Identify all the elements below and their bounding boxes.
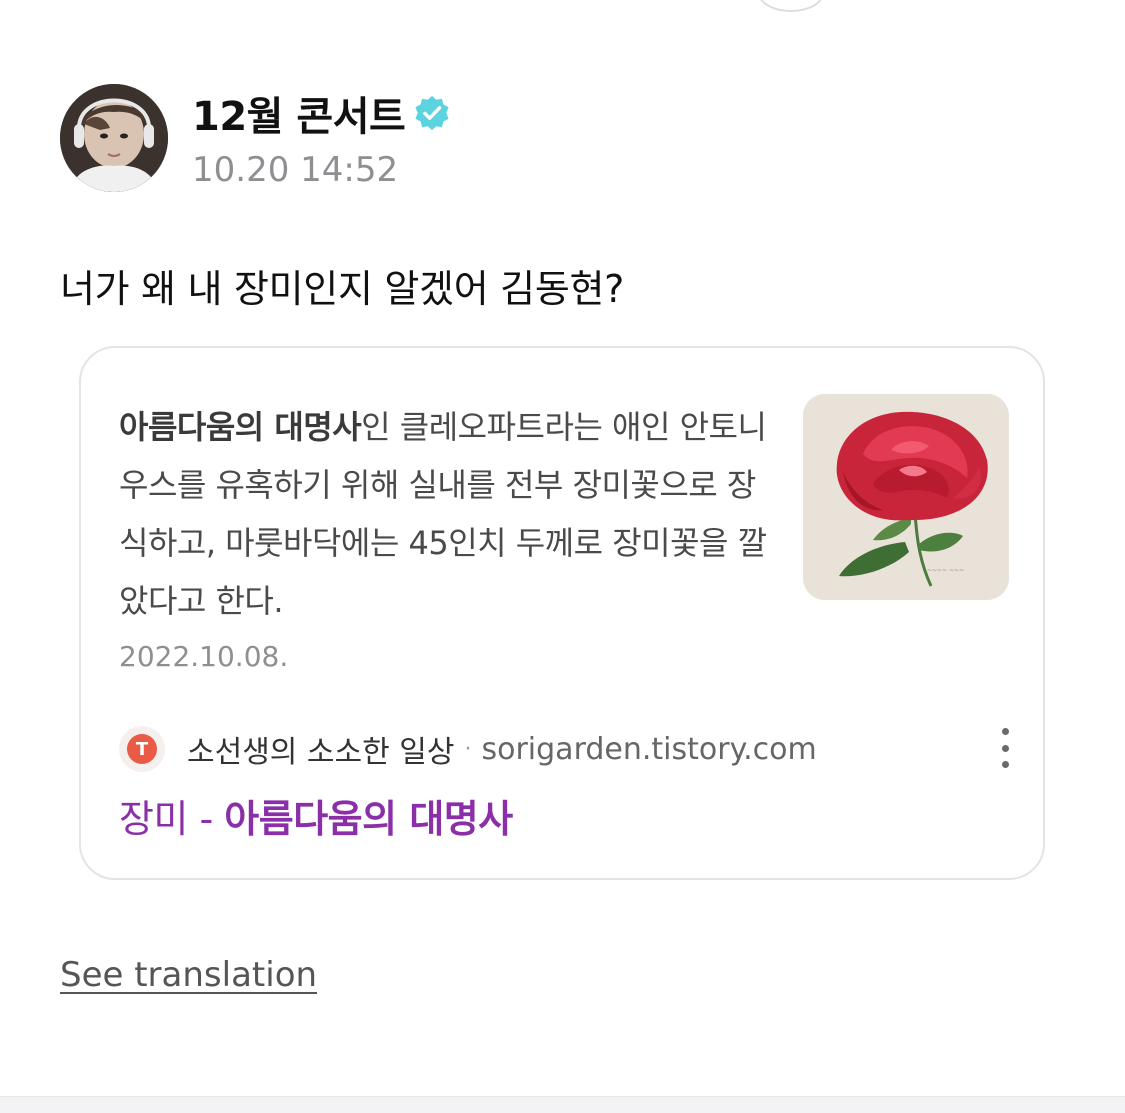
source-domain[interactable]: sorigarden.tistory.com bbox=[481, 732, 816, 767]
snippet-date: 2022.10.08. bbox=[119, 640, 289, 673]
rose-illustration: ~~~~ ~~~ bbox=[803, 394, 1009, 600]
top-control-edge bbox=[758, 0, 824, 12]
tistory-logo-icon: T bbox=[119, 726, 165, 772]
avatar[interactable] bbox=[60, 84, 168, 192]
link-preview-card[interactable]: 아름다움의 대명사인 클레오파트라는 애인 안토니우스를 유혹하기 위해 실내를… bbox=[79, 346, 1045, 880]
result-title-bold[interactable]: 아름다움의 대명사 bbox=[224, 797, 513, 841]
search-snippet: 아름다움의 대명사인 클레오파트라는 애인 안토니우스를 유혹하기 위해 실내를… bbox=[119, 398, 779, 630]
author-name-row[interactable]: 12월 콘서트 bbox=[192, 84, 451, 142]
post-text: 너가 왜 내 장미인지 알겠어 김동현? bbox=[60, 267, 625, 311]
source-row[interactable]: T 소선생의 소소한 일상 · sorigarden.tistory.com bbox=[119, 726, 817, 772]
source-name[interactable]: 소선생의 소소한 일상 bbox=[187, 727, 454, 771]
avatar-image bbox=[60, 84, 168, 192]
result-title-link[interactable]: 장미 - 아름다움의 대명사 bbox=[119, 788, 513, 843]
more-vertical-icon[interactable] bbox=[995, 728, 1015, 768]
bottom-divider bbox=[0, 1096, 1125, 1113]
verified-badge-icon bbox=[415, 95, 449, 131]
author-name[interactable]: 12월 콘서트 bbox=[192, 84, 406, 142]
snippet-highlight: 아름다움의 대명사 bbox=[119, 408, 362, 446]
rose-thumbnail: ~~~~ ~~~ bbox=[803, 394, 1009, 600]
svg-text:~~~~ ~~~: ~~~~ ~~~ bbox=[927, 567, 964, 574]
source-separator: · bbox=[464, 736, 472, 762]
result-title-prefix[interactable]: 장미 - bbox=[119, 797, 224, 841]
post-timestamp: 10.20 14:52 bbox=[192, 150, 399, 190]
see-translation-link[interactable]: See translation bbox=[60, 955, 317, 995]
